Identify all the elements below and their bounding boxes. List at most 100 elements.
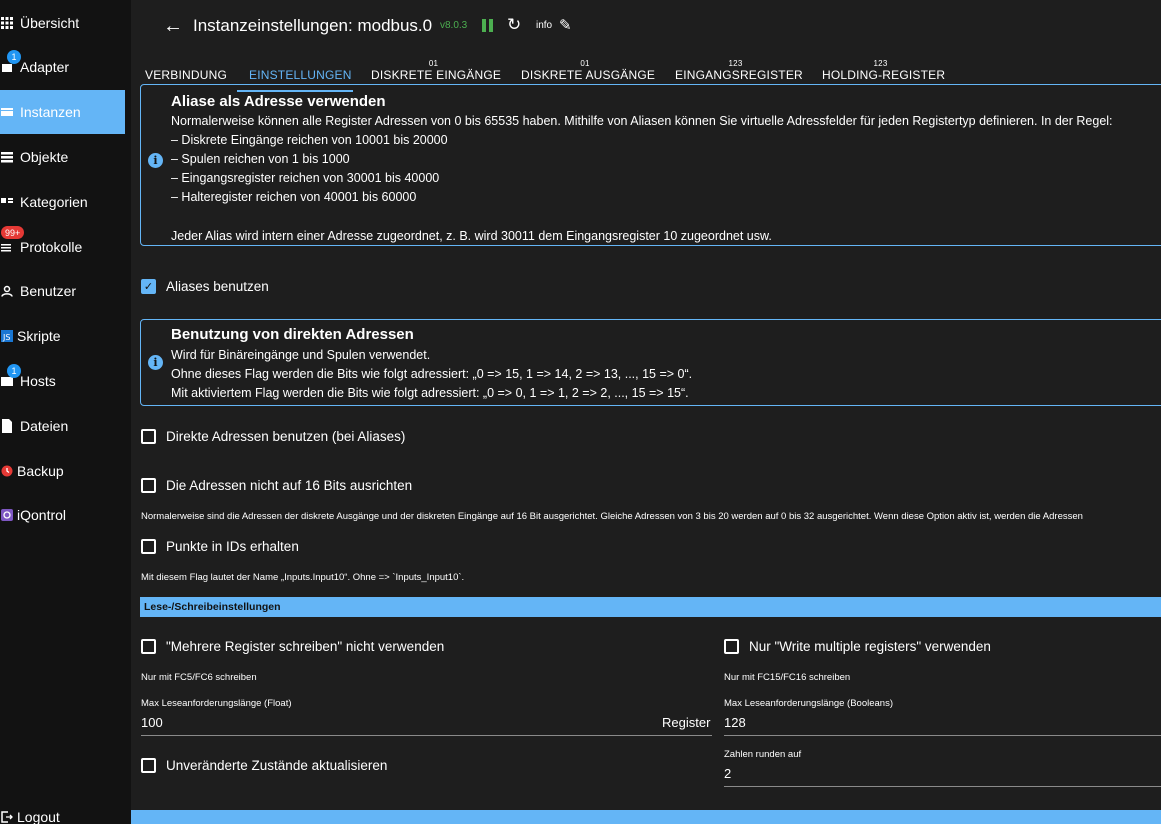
settings-content: i Aliase als Adresse verwenden Normalerw… [131,84,1161,824]
tab-type-label: 123 [873,59,888,68]
edit-icon[interactable]: ✎ [559,16,572,34]
no-align-checkbox-row[interactable]: Die Adressen nicht auf 16 Bits ausrichte… [141,478,412,493]
sidebar-item-iqontrol[interactable]: iQontrol [0,493,125,537]
direct-addresses-label: Direkte Adressen benutzen (bei Aliases) [166,429,406,444]
direct-address-info-line: Wird für Binäreingänge und Spulen verwen… [171,348,431,362]
sidebar-item-label: Skripte [17,328,61,344]
user-icon [0,284,14,298]
sidebar-item-kategorien[interactable]: Kategorien [0,180,125,224]
max-float-unit: Register [662,715,711,730]
max-float-label: Max Leseanforderungslänge (Float) [141,698,292,709]
no-multi-checkbox[interactable] [141,639,156,654]
sidebar-item-protokolle[interactable]: 99+ Protokolle [0,225,125,269]
back-arrow-icon[interactable]: ← [163,15,183,38]
sidebar-item-label: Protokolle [20,239,83,255]
update-unchanged-label: Unveränderte Zustände aktualisieren [166,758,388,773]
sidebar-item-dateien[interactable]: Dateien [0,404,125,448]
sidebar-item-backup[interactable]: Backup [0,449,125,493]
sidebar-item-label: Instanzen [20,104,81,120]
sidebar: Übersicht 1 Adapter Instanzen Objekte Ka… [0,0,125,824]
direct-address-info-box: i Benutzung von direkten Adressen Wird f… [140,319,1161,406]
no-align-label: Die Adressen nicht auf 16 Bits ausrichte… [166,478,413,493]
logout-label: Logout [17,809,60,824]
logs-icon [0,240,14,254]
sidebar-item-label: Adapter [20,59,70,75]
sidebar-item-adapter[interactable]: 1 Adapter [0,45,125,89]
round-label: Zahlen runden auf [724,749,802,760]
scripts-icon: JS [0,329,14,343]
keep-dots-help: Mit diesem Flag lautet der Name „Inputs.… [141,572,465,583]
max-bool-label: Max Leseanforderungslänge (Booleans) [724,698,893,709]
use-aliases-checkbox[interactable]: ✓ [141,279,156,294]
no-multi-checkbox-row[interactable]: "Mehrere Register schreiben" nicht verwe… [141,639,444,654]
use-aliases-checkbox-row[interactable]: ✓ Aliases benutzen [141,279,269,294]
sidebar-item-instanzen[interactable]: Instanzen [0,90,125,134]
categories-icon [0,195,14,209]
refresh-icon[interactable]: ↻ [507,15,521,35]
alias-info-line: – Halteregister reichen von 40001 bis 60… [171,190,417,204]
direct-address-info-title: Benutzung von direkten Adressen [171,326,414,343]
grid-icon [0,16,14,30]
objects-icon [0,150,14,164]
sidebar-item-label: Backup [17,463,64,479]
sidebar-item-objekte[interactable]: Objekte [0,135,125,179]
alias-info-box: i Aliase als Adresse verwenden Normalerw… [140,84,1161,246]
tab-type-label: 01 [428,59,439,68]
alias-info-line: Jeder Alias wird intern einer Adresse zu… [171,229,772,243]
page-title: Instanzeinstellungen: modbus.0 [193,16,433,35]
update-unchanged-checkbox-row[interactable]: Unveränderte Zustände aktualisieren [141,758,387,773]
no-multi-help: Nur mit FC5/FC6 schreiben [141,672,257,683]
max-bool-underline [724,735,1161,736]
update-unchanged-checkbox[interactable] [141,758,156,773]
sidebar-item-label: Hosts [20,373,56,389]
only-multi-help: Nur mit FC15/FC16 schreiben [724,672,851,683]
sidebar-item-label: Übersicht [20,15,80,31]
sidebar-item-uebersicht[interactable]: Übersicht [0,1,125,45]
round-input[interactable]: 2 [724,766,731,781]
sidebar-item-label: iQontrol [17,507,67,523]
no-multi-label: "Mehrere Register schreiben" nicht verwe… [166,639,445,654]
keep-dots-checkbox-row[interactable]: Punkte in IDs erhalten [141,539,299,554]
sidebar-item-hosts[interactable]: 1 Hosts [0,359,125,403]
direct-address-info-line: Ohne dieses Flag werden die Bits wie fol… [171,367,693,381]
logs-count-badge: 99+ [1,226,25,239]
iqontrol-icon [0,508,14,522]
sidebar-item-benutzer[interactable]: Benutzer [0,269,125,313]
sidebar-item-label: Objekte [20,149,69,165]
max-bool-input[interactable]: 128 [724,715,746,730]
only-multi-checkbox-row[interactable]: Nur "Write multiple registers" verwenden [724,639,991,654]
file-icon [0,419,14,433]
hosts-count-badge: 1 [7,364,21,378]
alias-info-line: Normalerweise können alle Register Adres… [171,114,1113,128]
keep-dots-checkbox[interactable] [141,539,156,554]
sidebar-item-label: Dateien [20,418,69,434]
use-aliases-label: Aliases benutzen [166,279,269,294]
alias-info-line: – Diskrete Eingänge reichen von 10001 bi… [171,133,448,147]
max-float-input[interactable]: 100 [141,715,163,730]
adapter-count-badge: 1 [7,50,21,64]
rw-section-title: Lese-/Schreibeinstellungen [144,601,281,613]
only-multi-checkbox[interactable] [724,639,739,654]
rw-section-header: Lese-/Schreibeinstellungen [140,597,1161,617]
alias-info-line: – Eingangsregister reichen von 30001 bis… [171,171,440,185]
tab-type-label: 123 [728,59,743,68]
sidebar-item-label: Benutzer [20,283,77,299]
svg-text:JS: JS [2,333,10,342]
log-level-label[interactable]: info [536,20,552,31]
round-underline [724,786,1161,787]
instances-icon [0,105,14,119]
direct-addresses-checkbox[interactable] [141,429,156,444]
action-bar [131,810,1161,824]
no-align-help: Normalerweise sind die Adressen der disk… [141,511,1083,522]
pause-icon[interactable] [482,19,494,32]
backup-icon [0,464,14,478]
alias-info-line: – Spulen reichen von 1 bis 1000 [171,152,350,166]
direct-address-info-line: Mit aktiviertem Flag werden die Bits wie… [171,386,689,400]
max-float-underline [141,735,712,736]
sidebar-item-label: Kategorien [20,194,88,210]
logout-button[interactable]: Logout [0,795,125,824]
only-multi-label: Nur "Write multiple registers" verwenden [749,639,991,654]
direct-addresses-checkbox-row[interactable]: Direkte Adressen benutzen (bei Aliases) [141,429,405,444]
no-align-checkbox[interactable] [141,478,156,493]
sidebar-item-skripte[interactable]: JS Skripte [0,314,125,358]
